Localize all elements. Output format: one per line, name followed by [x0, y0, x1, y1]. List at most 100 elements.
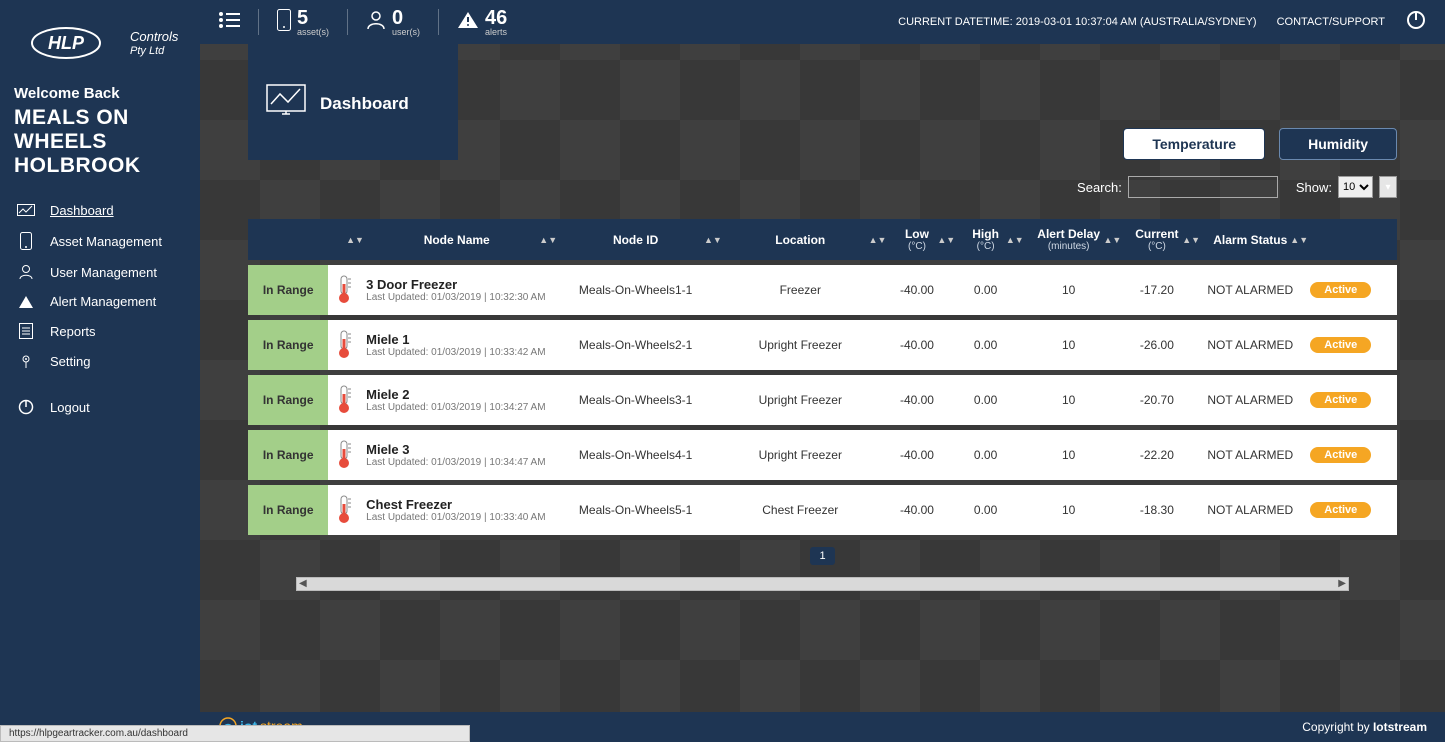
sidebar-item-asset-management[interactable]: Asset Management — [0, 225, 200, 257]
col-node-name[interactable]: Node Name▲▼ — [360, 219, 553, 260]
active-badge-cell: Active — [1304, 485, 1377, 535]
page-button[interactable]: 1 — [810, 547, 834, 565]
col-high[interactable]: High(°C)▲▼ — [951, 219, 1019, 260]
alert-icon — [16, 295, 36, 309]
search-field-wrap: Search: — [1077, 176, 1278, 198]
sidebar-item-alert-management[interactable]: Alert Management — [0, 287, 200, 316]
menu-toggle-icon[interactable] — [218, 11, 240, 34]
sidebar-item-user-management[interactable]: User Management — [0, 257, 200, 287]
location-cell: Upright Freezer — [718, 320, 883, 370]
col-low[interactable]: Low(°C)▲▼ — [883, 219, 952, 260]
current-datetime: CURRENT DATETIME: 2019-03-01 10:37:04 AM… — [898, 16, 1256, 28]
status-cell: In Range — [248, 375, 328, 425]
node-name-cell: Chest FreezerLast Updated: 01/03/2019 | … — [360, 485, 553, 535]
horizontal-scrollbar[interactable]: ◀ ▶ — [296, 577, 1349, 591]
node-name-cell: 3 Door FreezerLast Updated: 01/03/2019 |… — [360, 265, 553, 315]
show-label: Show: — [1296, 180, 1332, 195]
search-input[interactable] — [1128, 176, 1278, 198]
active-badge[interactable]: Active — [1310, 282, 1371, 298]
svg-text:Controls: Controls — [130, 29, 179, 44]
low-cell: -40.00 — [883, 430, 952, 480]
active-badge[interactable]: Active — [1310, 392, 1371, 408]
low-cell: -40.00 — [883, 265, 952, 315]
user-icon — [16, 264, 36, 280]
table-row[interactable]: In RangeMiele 2Last Updated: 01/03/2019 … — [248, 375, 1397, 425]
welcome-label: Welcome Back — [0, 85, 200, 106]
alert-count-stat[interactable]: 46alerts — [457, 8, 507, 37]
sort-icon: ▲▼ — [869, 237, 879, 243]
table-row[interactable]: In Range 3 Door FreezerLast Updated: 01/0… — [248, 265, 1397, 315]
thermometer-icon — [328, 265, 360, 315]
high-cell: 0.00 — [951, 265, 1019, 315]
table-body: In Range 3 Door FreezerLast Updated: 01/0… — [248, 265, 1397, 535]
divider — [258, 9, 259, 35]
col-badge — [1304, 219, 1377, 260]
table-row[interactable]: In RangeMiele 3Last Updated: 01/03/2019 … — [248, 430, 1397, 480]
sidebar-item-reports[interactable]: Reports — [0, 316, 200, 346]
col-sort-handle[interactable]: ▲▼ — [328, 219, 360, 260]
sidebar-item-setting[interactable]: Setting — [0, 346, 200, 376]
user-count: 0 — [392, 8, 420, 28]
sidebar-item-label: Reports — [50, 324, 96, 339]
col-node-id[interactable]: Node ID▲▼ — [553, 219, 718, 260]
alert-delay-cell: 10 — [1020, 430, 1118, 480]
active-badge-cell: Active — [1304, 375, 1377, 425]
sidebar-nav: Dashboard Asset Management User Manageme… — [0, 196, 200, 422]
alarm-status-cell: NOT ALARMED — [1196, 320, 1304, 370]
status-cell: In Range — [248, 320, 328, 370]
active-badge[interactable]: Active — [1310, 502, 1371, 518]
sidebar-item-logout[interactable]: Logout — [0, 392, 200, 422]
alert-count: 46 — [485, 8, 507, 28]
scroll-left-icon: ◀ — [299, 578, 307, 589]
filters-row: Search: Show: 10 ▾ — [200, 160, 1445, 214]
col-current[interactable]: Current(°C)▲▼ — [1118, 219, 1197, 260]
col-location[interactable]: Location▲▼ — [718, 219, 883, 260]
humidity-pill[interactable]: Humidity — [1279, 128, 1397, 160]
active-badge-cell: Active — [1304, 265, 1377, 315]
table-row[interactable]: In RangeMiele 1Last Updated: 01/03/2019 … — [248, 320, 1397, 370]
active-badge[interactable]: Active — [1310, 447, 1371, 463]
row-action-cell[interactable] — [1377, 375, 1397, 425]
alert-icon — [457, 11, 479, 34]
alert-delay-cell: 10 — [1020, 485, 1118, 535]
thermometer-icon — [328, 485, 360, 535]
nodes-table: ▲▼ Node Name▲▼ Node ID▲▼ Location▲▼ Low(… — [248, 214, 1397, 540]
sidebar-item-dashboard[interactable]: Dashboard — [0, 196, 200, 225]
temperature-pill[interactable]: Temperature — [1123, 128, 1265, 160]
asset-count: 5 — [297, 8, 329, 28]
metric-toggle: Temperature Humidity — [1123, 128, 1445, 160]
alarm-status-cell: NOT ALARMED — [1196, 265, 1304, 315]
power-icon[interactable] — [1405, 9, 1427, 36]
chart-icon — [266, 84, 306, 123]
high-cell: 0.00 — [951, 320, 1019, 370]
row-action-cell[interactable] — [1377, 265, 1397, 315]
low-cell: -40.00 — [883, 320, 952, 370]
thermometer-icon — [328, 430, 360, 480]
dashboard-tab[interactable]: Dashboard — [248, 44, 458, 160]
search-label: Search: — [1077, 180, 1122, 195]
show-select[interactable]: 10 — [1338, 176, 1373, 198]
high-cell: 0.00 — [951, 485, 1019, 535]
location-cell: Freezer — [718, 265, 883, 315]
col-alarm-status[interactable]: Alarm Status▲▼ — [1196, 219, 1304, 260]
node-id-cell: Meals-On-Wheels3-1 — [553, 375, 718, 425]
col-alert-delay[interactable]: Alert Delay(minutes)▲▼ — [1020, 219, 1118, 260]
contact-support-link[interactable]: CONTACT/SUPPORT — [1277, 16, 1385, 28]
divider — [347, 9, 348, 35]
node-id-cell: Meals-On-Wheels2-1 — [553, 320, 718, 370]
node-id-cell: Meals-On-Wheels4-1 — [553, 430, 718, 480]
alarm-status-cell: NOT ALARMED — [1196, 375, 1304, 425]
table-row[interactable]: In RangeChest FreezerLast Updated: 01/03… — [248, 485, 1397, 535]
asset-count-stat[interactable]: 5asset(s) — [277, 8, 329, 37]
user-count-stat[interactable]: 0user(s) — [366, 8, 420, 37]
row-action-cell[interactable] — [1377, 485, 1397, 535]
row-action-cell[interactable] — [1377, 320, 1397, 370]
status-cell: In Range — [248, 265, 328, 315]
sort-icon: ▲▼ — [539, 237, 549, 243]
sort-icon: ▲▼ — [1182, 237, 1192, 243]
thermometer-icon — [328, 320, 360, 370]
show-dropdown-button[interactable]: ▾ — [1379, 176, 1397, 198]
row-action-cell[interactable] — [1377, 430, 1397, 480]
active-badge[interactable]: Active — [1310, 337, 1371, 353]
sidebar-item-label: Logout — [50, 400, 90, 415]
